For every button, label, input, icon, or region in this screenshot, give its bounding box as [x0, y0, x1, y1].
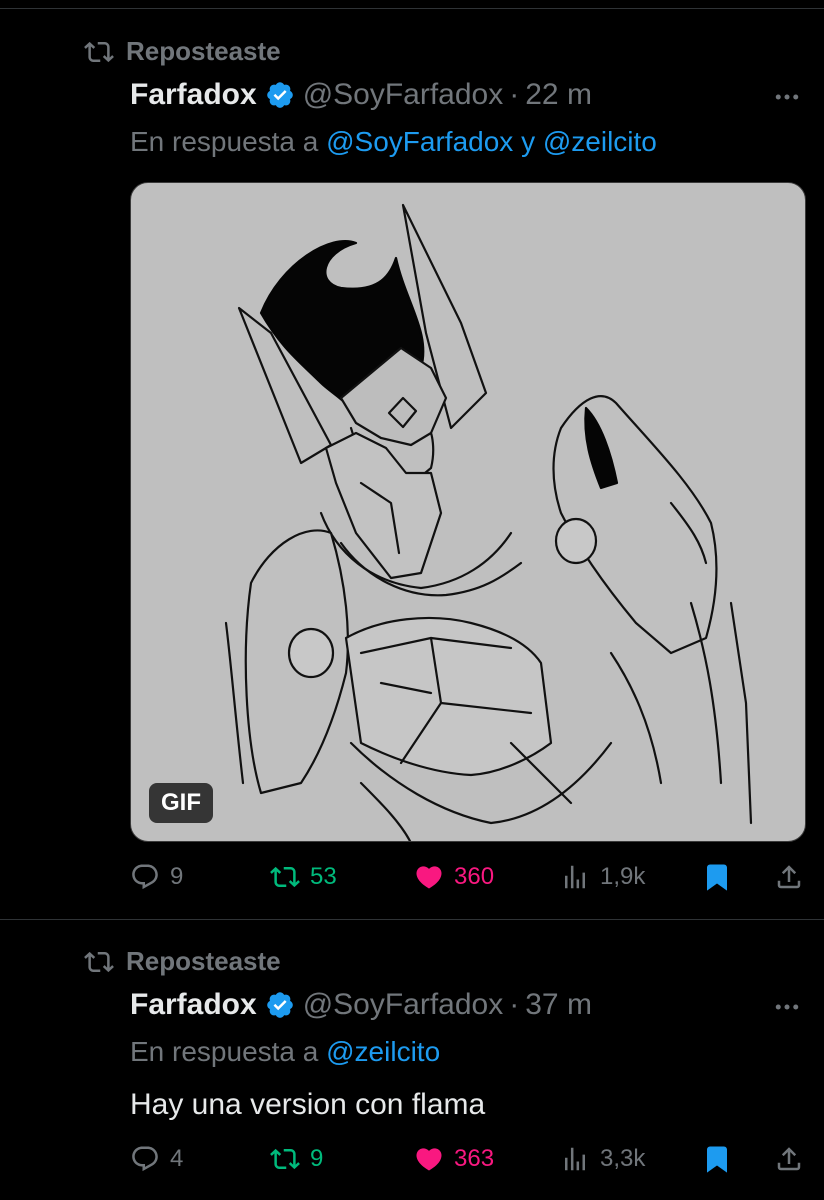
- views-count: 1,9k: [600, 863, 646, 890]
- repost-count: 53: [310, 863, 337, 890]
- views-bar-chart-icon: [565, 1147, 585, 1171]
- verified-badge-icon: [266, 82, 293, 108]
- reply-count: 9: [170, 863, 184, 890]
- repost-count: 9: [310, 1145, 324, 1172]
- share-button[interactable]: [774, 857, 804, 897]
- views-button[interactable]: 1,9k: [560, 857, 645, 897]
- armored-character-line-art: [224, 203, 753, 841]
- author-name[interactable]: Farfadox: [130, 78, 257, 112]
- share-upload-icon: [777, 1147, 801, 1171]
- views-button[interactable]: 3,3k: [560, 1139, 645, 1179]
- share-upload-icon: [777, 865, 801, 889]
- reply-count: 4: [170, 1145, 184, 1172]
- reply-context: En respuesta a @SoyFarfadox y @zeilcito: [130, 126, 657, 158]
- more-dots-icon[interactable]: [772, 992, 802, 1022]
- reply-bubble-icon: [132, 1146, 158, 1172]
- repost-context: Reposteaste: [84, 946, 281, 977]
- repost-context: Reposteaste: [84, 36, 281, 67]
- bookmark-icon: [707, 864, 727, 891]
- tweet-header: Farfadox @SoyFarfadox · 22 m: [130, 78, 592, 112]
- tweet-time[interactable]: 37 m: [525, 988, 592, 1022]
- reply-button[interactable]: 4: [130, 1139, 183, 1179]
- tweet[interactable]: Reposteaste Farfadox @SoyFarfadox · 22 m…: [0, 0, 824, 919]
- reply-prefix: En respuesta a: [130, 1036, 319, 1067]
- verified-badge-icon: [266, 992, 293, 1018]
- repost-label: Reposteaste: [126, 946, 281, 976]
- bookmark-button[interactable]: [702, 1139, 732, 1179]
- tweet-time[interactable]: 22 m: [525, 78, 592, 112]
- separator-dot: ·: [509, 988, 520, 1021]
- author-name[interactable]: Farfadox: [130, 988, 257, 1022]
- reply-context: En respuesta a @zeilcito: [130, 1036, 440, 1068]
- tweet[interactable]: Reposteaste Farfadox @SoyFarfadox · 37 m…: [0, 920, 824, 1200]
- repost-button[interactable]: 53: [270, 857, 337, 897]
- like-button[interactable]: 363: [414, 1139, 494, 1179]
- reply-button[interactable]: 9: [130, 857, 183, 897]
- heart-icon: [416, 866, 442, 889]
- like-count: 363: [454, 1145, 495, 1172]
- share-button[interactable]: [774, 1139, 804, 1179]
- heart-icon: [416, 1148, 442, 1171]
- repost-icon: [84, 41, 114, 62]
- reply-prefix: En respuesta a: [130, 126, 319, 157]
- repost-icon: [270, 1148, 300, 1170]
- repost-icon: [84, 951, 114, 972]
- repost-icon: [270, 866, 300, 888]
- reply-bubble-icon: [132, 864, 158, 890]
- mention-link[interactable]: @zeilcito: [326, 1036, 440, 1067]
- tweet-actions: 9 53 360 1,9k: [130, 857, 806, 897]
- bookmark-icon: [707, 1146, 727, 1173]
- author-handle[interactable]: @SoyFarfadox: [303, 78, 504, 112]
- tweet-actions: 4 9 363 3,3k: [130, 1139, 806, 1179]
- reply-joiner: y: [521, 126, 536, 157]
- repost-button[interactable]: 9: [270, 1139, 323, 1179]
- like-button[interactable]: 360: [414, 857, 494, 897]
- mention-link[interactable]: @zeilcito: [543, 126, 657, 157]
- tweet-header: Farfadox @SoyFarfadox · 37 m: [130, 988, 592, 1022]
- author-handle[interactable]: @SoyFarfadox: [303, 988, 504, 1022]
- more-dots-icon[interactable]: [772, 82, 802, 112]
- separator-dot: ·: [509, 78, 520, 111]
- repost-label: Reposteaste: [126, 36, 281, 66]
- bookmark-button[interactable]: [702, 857, 732, 897]
- gif-badge: GIF: [149, 783, 213, 823]
- mention-link[interactable]: @SoyFarfadox: [326, 126, 513, 157]
- like-count: 360: [454, 863, 495, 890]
- views-count: 3,3k: [600, 1145, 646, 1172]
- views-bar-chart-icon: [565, 865, 585, 889]
- gif-media[interactable]: GIF: [130, 182, 806, 842]
- tweet-text: Hay una version con flama: [130, 1088, 486, 1121]
